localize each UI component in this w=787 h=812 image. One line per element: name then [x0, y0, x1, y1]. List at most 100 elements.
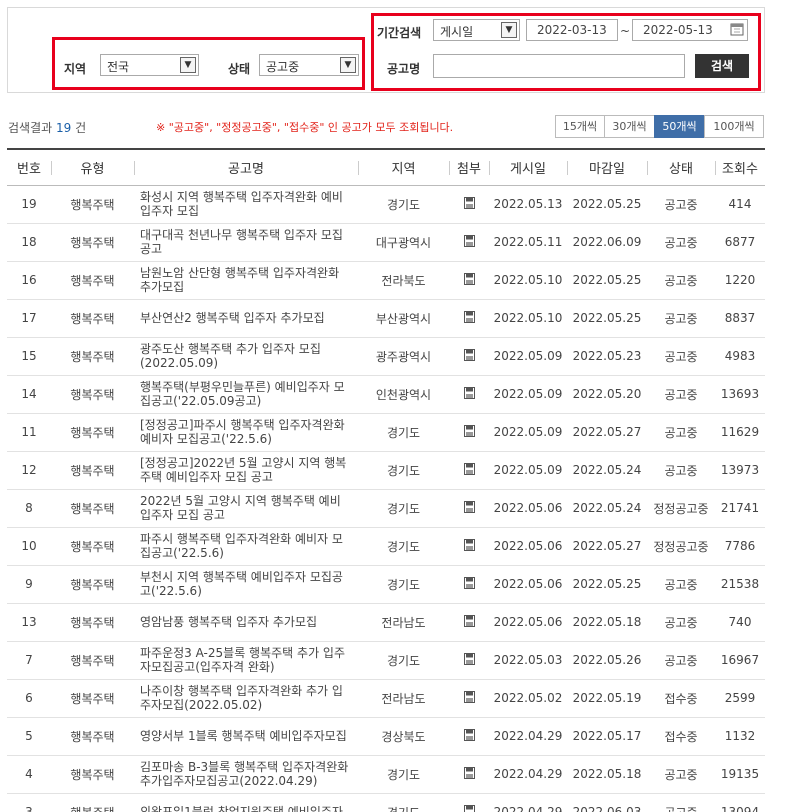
- row-title[interactable]: 부산연산2 행복주택 입주자 추가모집: [134, 299, 358, 338]
- row-no: 15: [7, 337, 51, 376]
- table-row[interactable]: 7 행복주택 파주운정3 A-25블록 행복주택 추가 입주자모집공고(입주자격 완…: [7, 641, 765, 680]
- page-size-15[interactable]: 15개씩: [555, 115, 605, 138]
- row-title[interactable]: 파주시 행복주택 입주자격완화 예비자 모집공고('22.5.6): [134, 527, 358, 566]
- row-status: 공고중: [647, 565, 715, 604]
- file-icon[interactable]: [463, 424, 475, 440]
- row-views: 13973: [715, 451, 765, 490]
- row-posted: 2022.05.13: [489, 185, 567, 224]
- row-status: 공고중: [647, 641, 715, 680]
- row-title[interactable]: 김포마송 B-3블록 행복주택 입주자격완화 추가입주자모집공고(2022.04…: [134, 755, 358, 794]
- table-row[interactable]: 4 행복주택 김포마송 B-3블록 행복주택 입주자격완화 추가입주자모집공고(20…: [7, 755, 765, 794]
- attachment-cell: [449, 337, 489, 376]
- row-status: 공고중: [647, 375, 715, 414]
- table-row[interactable]: 15 행복주택 광주도산 행복주택 추가 입주자 모집(2022.05.09) 광주광…: [7, 337, 765, 376]
- row-posted: 2022.04.29: [489, 755, 567, 794]
- table-row[interactable]: 16 행복주택 남원노암 산단형 행복주택 입주자격완화 추가모집 전라북도 2022.…: [7, 261, 765, 300]
- file-icon[interactable]: [463, 766, 475, 782]
- row-title[interactable]: [정정공고]파주시 행복주택 입주자격완화 예비자 모집공고('22.5.6): [134, 413, 358, 452]
- table-row[interactable]: 3행복주택의왕포일1블럭 창업지원주택 예비입주자경기도 2022.04.2920…: [7, 793, 765, 812]
- page-size-50[interactable]: 50개씩: [654, 115, 705, 138]
- row-title[interactable]: 대구대곡 천년나무 행복주택 입주자 모집공고: [134, 223, 358, 262]
- row-title[interactable]: [정정공고]2022년 5월 고양시 지역 행복주택 예비입주자 모집 공고: [134, 451, 358, 490]
- row-posted: 2022.05.09: [489, 337, 567, 376]
- file-icon[interactable]: [463, 538, 475, 554]
- row-title[interactable]: 화성시 지역 행복주택 입주자격완화 예비입주자 모집: [134, 185, 358, 224]
- file-icon[interactable]: [463, 728, 475, 744]
- highlight-box-region-status: [52, 37, 365, 90]
- attachment-cell: [449, 451, 489, 490]
- header-no: 번호: [7, 148, 51, 186]
- table-row[interactable]: 9 행복주택 부천시 지역 행복주택 예비입주자 모집공고('22.5.6) 경기도 2…: [7, 565, 765, 604]
- row-title[interactable]: 영암남풍 행복주택 입주자 추가모집: [134, 603, 358, 642]
- table-row[interactable]: 14 행복주택 행복주택(부평우민늘푸른) 예비입주자 모집공고('22.05.09…: [7, 375, 765, 414]
- row-title[interactable]: 2022년 5월 고양시 지역 행복주택 예비입주자 모집 공고: [134, 489, 358, 528]
- row-title[interactable]: 남원노암 산단형 행복주택 입주자격완화 추가모집: [134, 261, 358, 300]
- file-icon[interactable]: [463, 310, 475, 326]
- row-views: 16967: [715, 641, 765, 680]
- row-views: 1220: [715, 261, 765, 300]
- table-row[interactable]: 18 행복주택 대구대곡 천년나무 행복주택 입주자 모집공고 대구광역시 2022.0…: [7, 223, 765, 262]
- result-count-number: 19: [56, 121, 72, 135]
- row-status: 접수중: [647, 717, 715, 756]
- row-posted: 2022.05.06: [489, 565, 567, 604]
- row-region: 전라남도: [358, 679, 449, 718]
- file-icon[interactable]: [463, 348, 475, 364]
- row-posted: 2022.05.09: [489, 451, 567, 490]
- row-deadline: 2022.05.24: [567, 451, 647, 490]
- row-title[interactable]: 광주도산 행복주택 추가 입주자 모집(2022.05.09): [134, 337, 358, 376]
- row-deadline: 2022.06.09: [567, 223, 647, 262]
- file-icon[interactable]: [463, 614, 475, 630]
- page-size-30[interactable]: 30개씩: [604, 115, 655, 138]
- table-row[interactable]: 12 행복주택 [정정공고]2022년 5월 고양시 지역 행복주택 예비입주자 모…: [7, 451, 765, 490]
- file-icon[interactable]: [463, 196, 475, 212]
- file-icon[interactable]: [463, 234, 475, 250]
- page-size-selector: 15개씩 30개씩 50개씩 100개씩: [555, 115, 764, 138]
- row-no: 18: [7, 223, 51, 262]
- file-icon[interactable]: [463, 576, 475, 592]
- row-title[interactable]: 행복주택(부평우민늘푸른) 예비입주자 모집공고('22.05.09공고): [134, 375, 358, 414]
- row-title[interactable]: 영양서부 1블록 행복주택 예비입주자모집: [134, 717, 358, 756]
- row-deadline: 2022.05.19: [567, 679, 647, 718]
- row-deadline: 2022.05.24: [567, 489, 647, 528]
- row-no: 13: [7, 603, 51, 642]
- table-row[interactable]: 10 행복주택 파주시 행복주택 입주자격완화 예비자 모집공고('22.5.6) 경…: [7, 527, 765, 566]
- page-size-100[interactable]: 100개씩: [704, 115, 764, 138]
- table-row[interactable]: 19 행복주택 화성시 지역 행복주택 입주자격완화 예비입주자 모집 경기도 2022…: [7, 185, 765, 224]
- row-deadline: 2022.05.27: [567, 413, 647, 452]
- table-row[interactable]: 13 행복주택 영암남풍 행복주택 입주자 추가모집 전라남도 2022.05.06 20…: [7, 603, 765, 642]
- file-icon[interactable]: [463, 500, 475, 516]
- file-icon[interactable]: [463, 386, 475, 402]
- row-status: 공고중: [647, 755, 715, 794]
- row-region: 경기도: [358, 755, 449, 794]
- row-title[interactable]: 부천시 지역 행복주택 예비입주자 모집공고('22.5.6): [134, 565, 358, 604]
- row-title[interactable]: 나주이창 행복주택 입주자격완화 추가 입주자모집(2022.05.02): [134, 679, 358, 718]
- table-row[interactable]: 17 행복주택 부산연산2 행복주택 입주자 추가모집 부산광역시 2022.05.10…: [7, 299, 765, 338]
- file-icon[interactable]: [463, 652, 475, 668]
- table-row[interactable]: 5 행복주택 영양서부 1블록 행복주택 예비입주자모집 경상북도 2022.04.29…: [7, 717, 765, 756]
- row-views: 8837: [715, 299, 765, 338]
- row-type: 행복주택: [51, 565, 134, 604]
- row-title[interactable]: 의왕포일1블럭 창업지원주택 예비입주자: [134, 793, 358, 812]
- file-icon[interactable]: [463, 804, 475, 812]
- row-status: 공고중: [647, 299, 715, 338]
- row-views: 2599: [715, 679, 765, 718]
- row-posted: 2022.05.11: [489, 223, 567, 262]
- row-region: 경기도: [358, 413, 449, 452]
- file-icon[interactable]: [463, 272, 475, 288]
- table-row[interactable]: 11 행복주택 [정정공고]파주시 행복주택 입주자격완화 예비자 모집공고('22…: [7, 413, 765, 452]
- row-type: 행복주택: [51, 679, 134, 718]
- row-views: 21741: [715, 489, 765, 528]
- row-region: 경기도: [358, 185, 449, 224]
- attachment-cell: [449, 717, 489, 756]
- row-views: 1132: [715, 717, 765, 756]
- attachment-cell: [449, 185, 489, 224]
- row-status: 공고중: [647, 261, 715, 300]
- table-row[interactable]: 6 행복주택 나주이창 행복주택 입주자격완화 추가 입주자모집(2022.05.0…: [7, 679, 765, 718]
- row-title[interactable]: 파주운정3 A-25블록 행복주택 추가 입주자모집공고(입주자격 완화): [134, 641, 358, 680]
- row-deadline: 2022.05.18: [567, 603, 647, 642]
- row-type: 행복주택: [51, 337, 134, 376]
- file-icon[interactable]: [463, 690, 475, 706]
- row-deadline: 2022.05.25: [567, 299, 647, 338]
- table-row[interactable]: 8 행복주택 2022년 5월 고양시 지역 행복주택 예비입주자 모집 공고 경기도…: [7, 489, 765, 528]
- file-icon[interactable]: [463, 462, 475, 478]
